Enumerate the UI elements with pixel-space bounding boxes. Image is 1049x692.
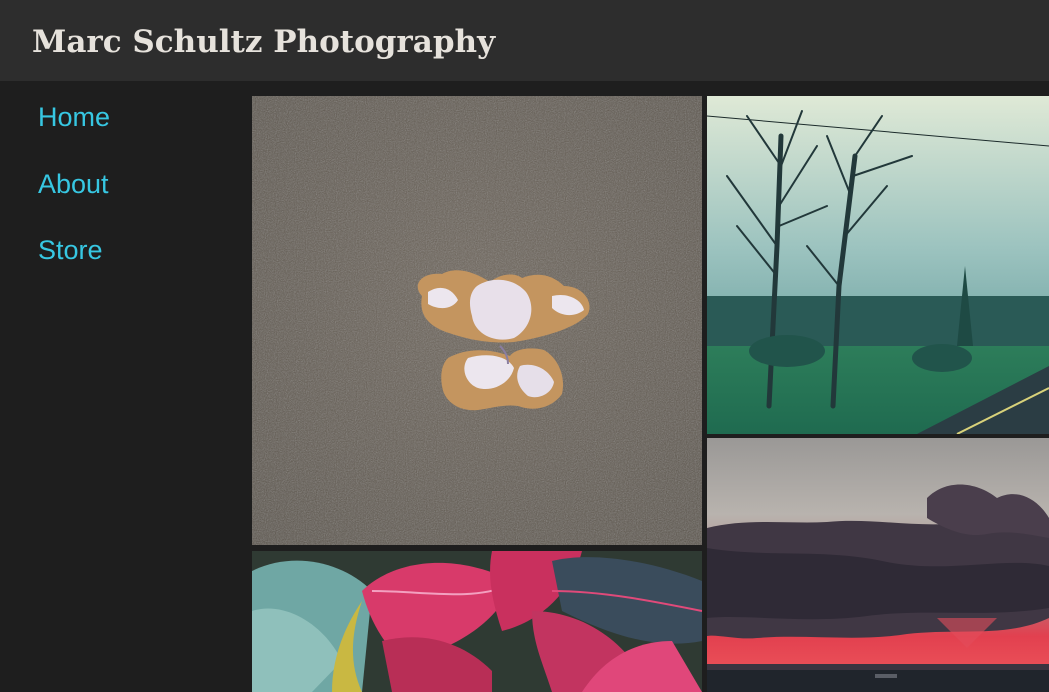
photo-sunset-over-water[interactable] xyxy=(707,438,1049,692)
photo-croton-leaves[interactable] xyxy=(252,551,702,692)
photo-bare-trees-landscape[interactable] xyxy=(707,96,1049,434)
site-title[interactable]: Marc Schultz Photography xyxy=(32,22,495,62)
nav-link-store[interactable]: Store xyxy=(38,233,103,267)
site-header: Marc Schultz Photography xyxy=(0,0,1049,81)
photo-gallery xyxy=(252,81,1049,692)
nav-link-home[interactable]: Home xyxy=(38,100,110,134)
sidebar-nav: Home About Store xyxy=(0,81,252,692)
nav-link-about[interactable]: About xyxy=(38,167,109,201)
photo-shell-on-sand[interactable] xyxy=(252,96,702,545)
